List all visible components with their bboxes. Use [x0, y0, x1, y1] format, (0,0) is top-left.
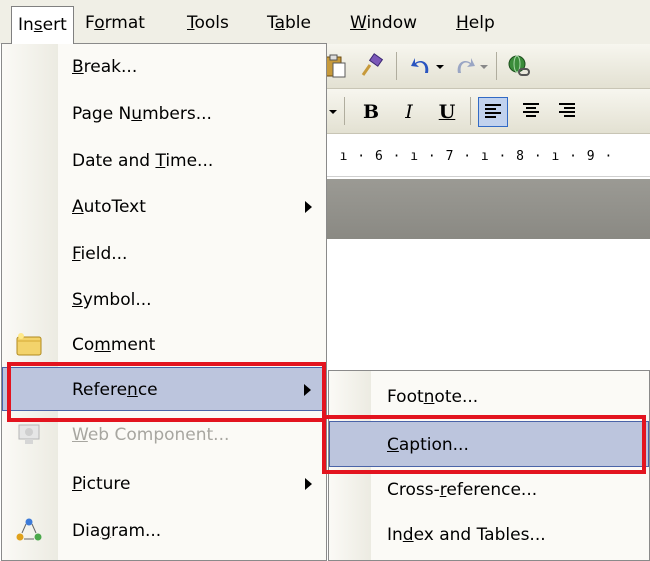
- submenu-item-index-and-tables[interactable]: Index and Tables...: [329, 512, 649, 558]
- menu-item-date-and-time[interactable]: Date and Time...: [2, 139, 326, 183]
- align-center-icon: [523, 103, 539, 117]
- italic-button[interactable]: I: [394, 97, 424, 127]
- menu-format[interactable]: Format: [79, 7, 151, 39]
- menu-label: Tools: [187, 13, 229, 33]
- diagram-icon: [16, 518, 42, 541]
- menu-help[interactable]: Help: [450, 7, 501, 39]
- menu-item-label: Field...: [72, 244, 128, 264]
- menu-item-reference[interactable]: Reference: [2, 367, 326, 411]
- menu-item-label: Break...: [72, 57, 138, 77]
- menu-item-label: Date and Time...: [72, 151, 214, 171]
- menu-label: Insert: [18, 15, 67, 35]
- align-center-button[interactable]: [516, 97, 546, 127]
- formatting-toolbar: B I U: [300, 89, 650, 134]
- submenu-arrow-icon: [305, 478, 312, 490]
- menu-label: Window: [350, 13, 418, 33]
- menu-tools[interactable]: Tools: [181, 7, 235, 39]
- comment-icon: [16, 333, 42, 356]
- menu-window[interactable]: Window: [344, 7, 423, 39]
- submenu-arrow-icon: [305, 201, 312, 213]
- submenu-item-cross-reference[interactable]: Cross-reference...: [329, 467, 649, 513]
- menu-item-label: Index and Tables...: [387, 525, 546, 545]
- menu-item-diagram[interactable]: Diagram...: [2, 509, 326, 553]
- menu-item-comment[interactable]: Comment: [2, 323, 326, 367]
- menu-insert[interactable]: Insert: [11, 6, 74, 44]
- bold-button[interactable]: B: [356, 97, 386, 127]
- menu-item-break[interactable]: Break...: [2, 45, 326, 89]
- menu-item-label: Diagram...: [72, 521, 162, 541]
- submenu-item-footnote[interactable]: Footnote...: [329, 374, 649, 420]
- menu-table[interactable]: Table: [261, 7, 317, 39]
- menu-item-label: Cross-reference...: [387, 480, 538, 500]
- reference-submenu: Footnote... Caption... Cross-reference..…: [328, 370, 650, 561]
- menu-item-label: Caption...: [387, 435, 469, 455]
- menu-item-picture[interactable]: Picture: [2, 462, 326, 506]
- menu-bar: Insert Format Tools Table Window Help: [0, 0, 650, 44]
- submenu-item-caption[interactable]: Caption...: [329, 421, 649, 467]
- hyperlink-icon[interactable]: [506, 53, 532, 79]
- menu-item-symbol[interactable]: Symbol...: [2, 278, 326, 322]
- submenu-arrow-icon: [304, 384, 311, 396]
- menu-item-field[interactable]: Field...: [2, 232, 326, 276]
- menu-item-label: AutoText: [72, 197, 146, 217]
- insert-menu: Break... Page Numbers... Date and Time..…: [1, 43, 327, 561]
- menu-item-label: Footnote...: [387, 387, 479, 407]
- menu-label: Help: [456, 13, 495, 33]
- align-right-button[interactable]: [552, 97, 582, 127]
- undo-dropdown-icon[interactable]: [433, 53, 447, 79]
- align-right-icon: [559, 103, 575, 117]
- menu-item-label: Reference: [72, 380, 158, 400]
- menu-label: Format: [85, 13, 145, 33]
- menu-item-label: Comment: [72, 335, 156, 355]
- standard-toolbar: [300, 44, 650, 89]
- menu-item-page-numbers[interactable]: Page Numbers...: [2, 92, 326, 136]
- menu-item-autotext[interactable]: AutoText: [2, 185, 326, 229]
- redo-icon: [457, 58, 475, 73]
- undo-icon[interactable]: [408, 53, 434, 79]
- font-size-dropdown-icon[interactable]: [328, 98, 338, 124]
- menu-label: Table: [267, 13, 311, 33]
- menu-item-web-component: Web Component...: [2, 413, 326, 457]
- menu-item-label: Web Component...: [72, 425, 230, 445]
- horizontal-ruler[interactable]: · ı · 6 · ı · 7 · ı · 8 · ı · 9 ·: [300, 134, 650, 177]
- document-top-margin: [300, 179, 650, 239]
- menu-item-label: Page Numbers...: [72, 104, 212, 124]
- menu-item-label: Picture: [72, 474, 131, 494]
- menu-item-label: Symbol...: [72, 290, 152, 310]
- align-left-button[interactable]: [478, 97, 508, 127]
- redo-dropdown-icon: [480, 65, 488, 69]
- format-painter-icon[interactable]: [358, 53, 384, 79]
- web-component-icon: [18, 424, 40, 444]
- underline-button[interactable]: U: [432, 97, 462, 127]
- align-left-icon: [485, 104, 501, 118]
